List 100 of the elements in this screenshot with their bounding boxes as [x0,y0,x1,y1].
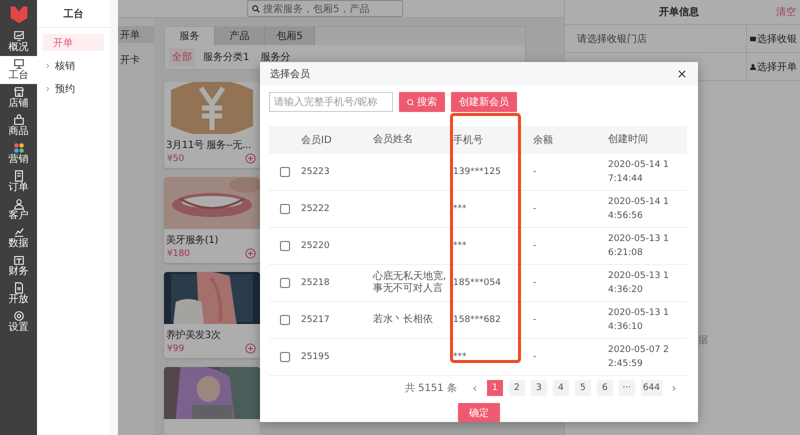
search-icon [252,4,260,12]
chart-icon [12,226,24,238]
product-name: 3月11号 服务--无... [165,139,252,152]
add-icon[interactable] [245,343,256,354]
side-list-item[interactable]: 开单 [118,26,154,43]
table-cell: 25218 [301,278,330,288]
product-name: 美牙服务(1) [165,234,220,247]
wallet-icon [12,254,24,266]
table-cell: - [533,167,536,177]
bag-icon [12,114,24,126]
table-cell: 25195 [301,352,330,362]
nav-item[interactable]: 数据 [0,224,37,252]
row-checkbox[interactable] [280,352,290,362]
product-price: ¥50 [167,154,184,164]
logo-icon [8,4,28,24]
chevron-icon [46,62,50,68]
product-card[interactable]: 美牙服务(1) ¥180 [164,177,260,263]
table-cell: 25222 [301,204,330,214]
column-header: 手机号 [453,134,484,147]
chart-monitor-icon [12,30,24,42]
side-list-item[interactable]: 开卡 [118,51,154,68]
product-price: ¥180 [167,248,190,258]
category-chip[interactable]: 服务分 [257,48,294,66]
select-store-button[interactable]: 选择收银 [746,25,800,52]
table-cell: 2020-05-13 14:36:10 [608,308,669,332]
table-cell: *** [453,241,466,251]
page-button[interactable]: 644 [640,380,662,396]
nav-item[interactable]: 商品 [0,112,37,140]
search-field[interactable]: 搜索服务，包厢5，产品 [247,0,403,17]
document-icon [12,170,24,182]
table-cell: 185***054 [453,278,501,288]
row-checkbox[interactable] [280,204,290,214]
table-cell: 25223 [301,167,330,177]
next-page-button[interactable]: › [668,380,680,396]
grid-icon [12,142,24,154]
table-cell: *** [453,204,466,214]
column-header: 余额 [533,134,554,147]
close-icon [678,70,686,78]
table-cell: - [533,315,536,325]
tab[interactable]: 服务 [165,27,215,45]
column-header: 会员ID [301,134,333,147]
table-cell: 2020-05-14 14:56:56 [608,196,669,221]
table-cell: 2020-05-13 16:21:08 [608,234,669,258]
table-cell: 139***125 [453,167,501,177]
category-chip[interactable]: 服务分类1 [200,48,252,66]
table-cell: 2020-05-07 22:45:59 [608,344,669,369]
table-cell: - [533,204,536,214]
table-cell: 25220 [301,241,330,251]
row-checkbox[interactable] [280,167,290,177]
store-hint: 请选择收银门店 [577,32,647,46]
nav-item[interactable]: 概况 [0,28,37,56]
row-checkbox[interactable] [280,241,290,251]
submenu-item[interactable]: 核销 [43,57,104,74]
chevron-icon [46,86,50,92]
row-checkbox[interactable] [280,315,290,325]
nav-item[interactable]: 客户 [0,196,37,224]
page-button[interactable]: 6 [596,380,613,396]
add-icon[interactable] [245,248,256,259]
total-count: 共 5151 条 [405,382,457,395]
nav-item[interactable]: 营销 [0,140,37,168]
person-icon [12,198,24,210]
dialog-title: 选择会员 [270,68,310,81]
table-cell: 2020-05-13 14:36:20 [608,270,669,295]
add-icon[interactable] [245,153,256,164]
member-search-field[interactable]: 请输入完整手机号/昵称 [269,92,393,112]
table-cell: 心底无私天地宽,事无不可对人言 [373,271,446,294]
tab[interactable]: 产品 [215,27,265,45]
submenu-item[interactable]: 预约 [43,80,104,97]
page-button[interactable]: 2 [508,380,525,396]
page-button[interactable]: ··· [618,380,635,396]
table-cell: - [533,278,536,288]
table-cell: 2020-05-14 17:14:44 [608,160,669,184]
monitor-icon [12,58,24,70]
nav-item[interactable]: 店铺 [0,84,37,112]
table-cell: - [533,241,536,251]
table-cell: - [533,352,536,362]
close-button[interactable] [676,68,688,80]
nav-item[interactable]: 工台 [0,56,37,84]
person-icon [750,64,756,70]
column-header: 会员姓名 [373,134,414,146]
nav-item[interactable]: 设置 [0,308,37,336]
search-icon [407,98,414,106]
product-card[interactable]: 3月11号 服务--无... ¥50 [164,82,260,168]
tab[interactable]: 包厢5 [265,27,315,45]
select-member-button[interactable]: 选择开单 [746,53,800,80]
table-cell: *** [453,352,466,362]
page-button[interactable]: 3 [530,380,547,396]
empty-state-text: 据 [698,334,708,347]
table-cell: 25217 [301,315,330,325]
product-name: 养护美发3次 [165,328,222,342]
nav-item[interactable]: 订单 [0,168,37,196]
page-button[interactable]: 4 [552,380,569,396]
product-card[interactable]: 养护美发3次 ¥99 [164,272,260,358]
product-card[interactable] [164,367,260,435]
nav-item[interactable]: 开放 [0,280,37,308]
page-button[interactable]: 5 [574,380,591,396]
prev-page-button[interactable]: ‹ [468,380,481,396]
row-checkbox[interactable] [280,278,290,288]
nav-item[interactable]: 财务 [0,252,37,280]
product-price: ¥99 [167,344,184,354]
